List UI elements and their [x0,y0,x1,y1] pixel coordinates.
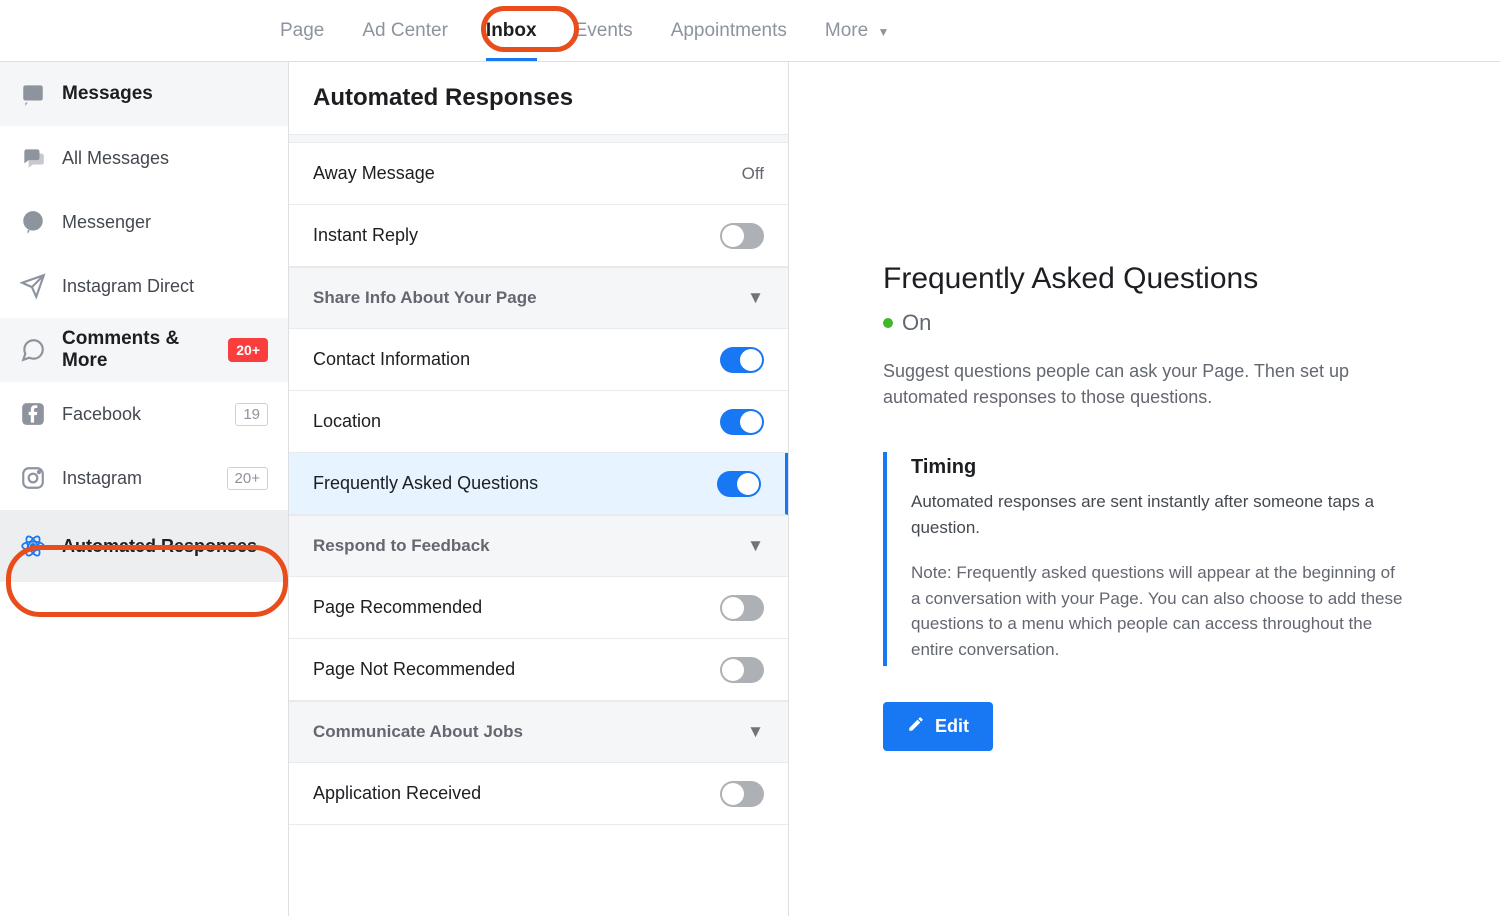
row-label: Instant Reply [313,225,720,246]
chevron-down-icon: ▼ [877,25,889,39]
detail-description: Suggest questions people can ask your Pa… [883,358,1403,410]
row-contact-information[interactable]: Contact Information [289,329,788,391]
sidebar-item-label: Facebook [62,404,219,425]
sidebar-item-all-messages[interactable]: All Messages [0,126,288,190]
comments-badge: 20+ [228,338,268,362]
sidebar-item-label: All Messages [62,148,268,169]
section-share-info[interactable]: Share Info About Your Page ▼ [289,267,788,329]
row-label: Location [313,411,720,432]
nav-page[interactable]: Page [280,2,324,60]
sidebar-header-comments: Comments & More 20+ [0,318,288,382]
sidebar-header-messages: Messages [0,62,288,126]
settings-panel: Automated Responses Away Message Off Ins… [289,62,789,916]
location-toggle[interactable] [720,409,764,435]
atom-icon [20,533,46,559]
row-label: Away Message [313,163,742,184]
page-recommended-toggle[interactable] [720,595,764,621]
contact-info-toggle[interactable] [720,347,764,373]
sidebar: Messages All Messages Messenger Instagra… [0,62,289,916]
nav-ad-center[interactable]: Ad Center [362,2,448,60]
row-page-recommended[interactable]: Page Recommended [289,577,788,639]
paper-plane-icon [20,273,46,299]
sidebar-item-label: Messenger [62,212,268,233]
detail-panel: Frequently Asked Questions On Suggest qu… [789,62,1500,916]
page-not-recommended-toggle[interactable] [720,657,764,683]
sidebar-item-facebook[interactable]: Facebook 19 [0,382,288,446]
pencil-icon [907,715,925,738]
edit-button[interactable]: Edit [883,702,993,751]
sidebar-item-automated-responses[interactable]: Automated Responses [0,510,288,582]
row-location[interactable]: Location [289,391,788,453]
section-jobs[interactable]: Communicate About Jobs ▼ [289,701,788,763]
panel-title: Automated Responses [289,62,788,135]
sidebar-header-label: Messages [62,83,153,105]
messages-icon [20,81,46,107]
sidebar-item-instagram-direct[interactable]: Instagram Direct [0,254,288,318]
away-status-text: Off [742,164,764,184]
info-text: Automated responses are sent instantly a… [911,489,1403,540]
nav-more[interactable]: More ▼ [825,2,889,60]
chevron-down-icon: ▼ [747,722,764,742]
nav-appointments[interactable]: Appointments [671,2,787,60]
messenger-icon [20,209,46,235]
status-text: On [902,310,931,336]
comment-icon [20,337,46,363]
chat-bubbles-icon [20,145,46,171]
row-label: Contact Information [313,349,720,370]
section-label: Share Info About Your Page [313,288,537,308]
detail-title: Frequently Asked Questions [883,262,1440,296]
chevron-down-icon: ▼ [747,288,764,308]
instagram-count: 20+ [227,467,268,490]
instant-reply-toggle[interactable] [720,223,764,249]
edit-button-label: Edit [935,716,969,737]
status-dot-icon [883,318,893,328]
row-instant-reply[interactable]: Instant Reply [289,205,788,267]
nav-inbox[interactable]: Inbox [486,2,537,60]
application-received-toggle[interactable] [720,781,764,807]
section-label: Respond to Feedback [313,536,490,556]
facebook-icon [20,401,46,427]
info-note: Note: Frequently asked questions will ap… [911,560,1403,662]
row-faq[interactable]: Frequently Asked Questions [289,453,788,515]
timing-info-box: Timing Automated responses are sent inst… [883,452,1403,666]
sidebar-item-label: Instagram Direct [62,276,268,297]
sidebar-item-label: Instagram [62,468,211,489]
info-title: Timing [911,456,1403,479]
row-label: Page Recommended [313,597,720,618]
row-application-received[interactable]: Application Received [289,763,788,825]
sidebar-item-instagram[interactable]: Instagram 20+ [0,446,288,510]
row-label: Application Received [313,783,720,804]
section-label: Communicate About Jobs [313,722,523,742]
sidebar-item-messenger[interactable]: Messenger [0,190,288,254]
sidebar-header-label: Comments & More [62,328,212,372]
row-page-not-recommended[interactable]: Page Not Recommended [289,639,788,701]
faq-toggle[interactable] [717,471,761,497]
section-feedback[interactable]: Respond to Feedback ▼ [289,515,788,577]
facebook-count: 19 [235,403,268,426]
sidebar-item-label: Automated Responses [62,536,268,557]
nav-events[interactable]: Events [575,2,633,60]
instagram-icon [20,465,46,491]
status-row: On [883,310,1440,336]
chevron-down-icon: ▼ [747,536,764,556]
row-label: Page Not Recommended [313,659,720,680]
row-away-message[interactable]: Away Message Off [289,143,788,205]
row-label: Frequently Asked Questions [313,473,717,494]
top-nav: Page Ad Center Inbox Events Appointments… [0,0,1500,62]
